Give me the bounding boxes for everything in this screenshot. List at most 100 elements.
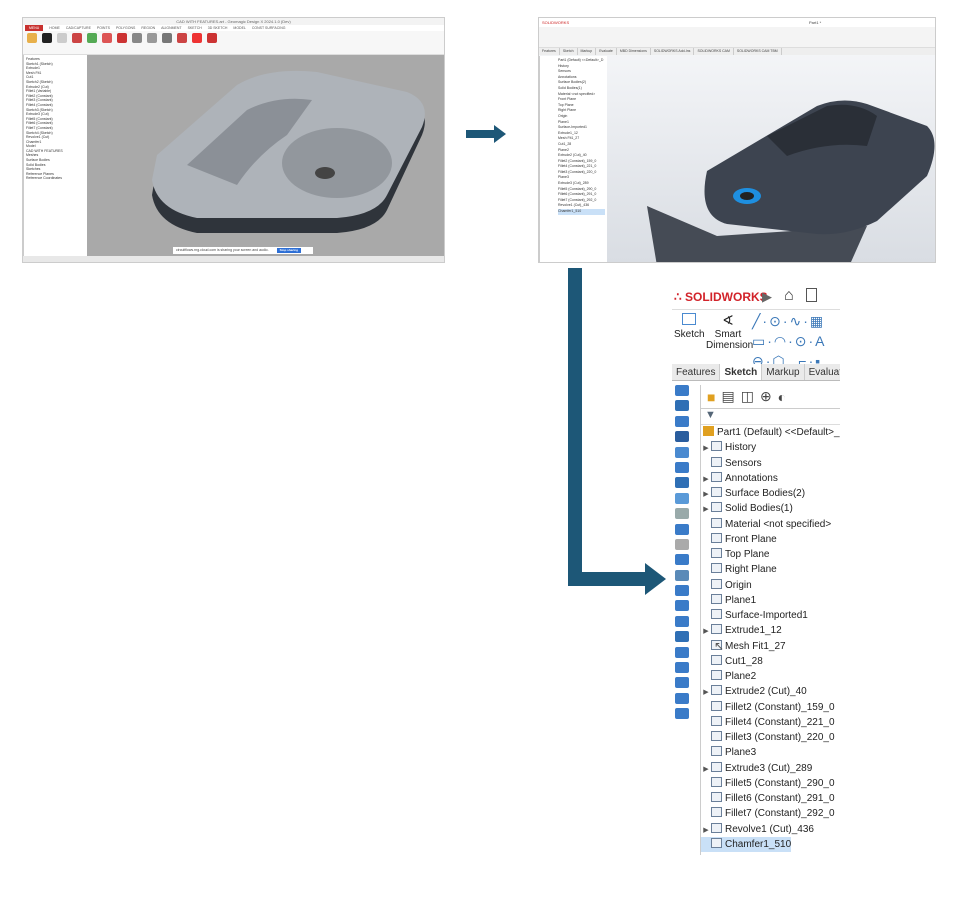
expand-arrow-icon[interactable]: ▶ [701,823,711,838]
tree-item[interactable]: ▶ Revolve1 (Cut)_436 [701,822,814,837]
scan-tool-icon[interactable] [57,33,67,43]
feature-tool-icon[interactable] [675,385,689,396]
tree-item[interactable]: ▶ Annotations [701,471,778,486]
expand-arrow-icon[interactable]: ▶ [701,762,711,777]
tab[interactable]: CAD/CAPTURE [66,25,91,31]
tree-item[interactable]: ▶ History [701,440,756,455]
tab[interactable]: SOLIDWORKS CAM TBM [734,48,782,55]
tab[interactable]: MENU [25,25,44,31]
tree-item[interactable]: Chamfer1_510 [558,209,605,215]
dimxpert-tab-icon[interactable]: ⊕ [760,388,772,405]
configurationmanager-tab-icon[interactable]: ◫ [741,388,754,405]
sketch-button[interactable]: Sketch [674,313,705,340]
tab-sketch[interactable]: Sketch [720,364,763,380]
feature-tool-icon[interactable] [675,677,689,689]
feature-tool-icon[interactable] [675,415,689,427]
feature-tool-icon[interactable] [675,554,689,566]
tree-item[interactable]: Fillet7 (Constant)_292_0 [701,806,835,821]
smart-dimension-button[interactable]: ∢ Smart Dimension [706,313,753,351]
capture-icon[interactable] [42,33,52,43]
expand-arrow-icon[interactable]: ▶ [701,685,711,700]
tab-evaluate[interactable]: Evaluate [805,364,840,380]
feature-tool-icon[interactable] [675,508,689,520]
tab[interactable]: MODEL [233,25,245,31]
tree-item[interactable]: ▶ Extrude3 (Cut)_289 [701,761,812,776]
tree-item[interactable]: Plane2 [701,669,756,684]
feature-tool-icon[interactable] [675,615,689,627]
tree-item[interactable]: Chamfer1_510 [701,836,792,852]
align-icon[interactable] [117,33,127,43]
feature-tool-icon[interactable] [675,662,689,674]
expand-arrow-icon[interactable]: ▶ [701,441,711,456]
model-viewport[interactable] [87,55,445,255]
tab[interactable]: SKETCH [188,25,202,31]
tree-item[interactable]: ▶ Surface Bodies(2) [701,486,805,501]
tree-item[interactable]: Cut1_28 [701,654,763,669]
propertymanager-tab-icon[interactable]: ▤ [721,388,734,405]
tree-item[interactable]: Right Plane [701,562,777,577]
tab[interactable]: ALIGNMENT [161,25,181,31]
tree-item[interactable]: Plane1 [701,593,756,608]
tree-item[interactable]: Front Plane [701,532,777,547]
feature-tool-icon[interactable] [675,431,689,443]
expand-arrow-icon[interactable]: ▶ [701,502,711,517]
feature-tool-icon[interactable] [675,585,689,597]
tab-features[interactable]: Features [672,364,721,380]
featuremanager-tab-icon[interactable]: ■ [707,389,715,405]
sweep-icon[interactable] [162,33,172,43]
home-icon[interactable]: ⌂ [784,287,794,305]
tree-item[interactable]: Fillet5 (Constant)_290_0 [701,776,835,791]
stop-sharing-button[interactable]: Stop sharing [276,248,301,253]
tab[interactable]: Markup [578,48,597,55]
feature-tool-icon[interactable] [675,569,689,581]
tree-item[interactable]: Part1 (Default) <<Default>_D [558,58,605,64]
feature-tool-icon[interactable] [675,538,689,550]
tree-item[interactable]: Material <not specified> [701,517,831,532]
tab[interactable]: Features [539,48,560,55]
tab[interactable]: HOME [49,25,60,31]
tree-item[interactable]: ▶ Extrude2 (Cut)_40 [701,684,807,699]
tab[interactable]: Sketch [560,48,578,55]
expand-icon[interactable]: ▶ [762,289,772,305]
tab[interactable]: 3D SKETCH [208,25,228,31]
sketch-tools-grid[interactable]: ╱·⊙·∿·▦ ▭·◠·⊙·A ⊖·⬡ ⌐·▪ [752,311,827,371]
tree-item[interactable]: Plane3 [701,745,756,760]
decimate-icon[interactable] [72,33,82,43]
feature-tool-icon[interactable] [675,646,689,658]
feature-tool-icon[interactable] [675,400,689,412]
export-icon[interactable] [27,33,37,43]
feature-tool-icon[interactable] [675,692,689,704]
feature-tool-icon[interactable] [675,446,689,458]
tab[interactable]: SOLIDWORKS Add-Ins [651,48,695,55]
filter-icon[interactable]: ▼ [701,409,840,425]
tab[interactable]: REGION [141,25,155,31]
expand-arrow-icon[interactable]: ▶ [701,624,711,639]
tree-item[interactable]: Origin [701,578,752,593]
tree-item[interactable]: Top Plane [701,547,769,562]
plane-icon[interactable] [102,33,112,43]
tree-item[interactable]: Fillet6 (Constant)_291_0 [701,791,835,806]
tree-item[interactable]: Part1 (Default) <<Default>_D [703,425,840,440]
appearance-tab-icon[interactable]: ◐ [778,389,786,405]
auto-surface-icon[interactable] [177,33,187,43]
tree-item[interactable]: ▶ Extrude1_12 [701,623,782,638]
tab[interactable]: POINTS [97,25,110,31]
expand-arrow-icon[interactable]: ▶ [701,472,711,487]
model-viewport[interactable] [607,56,936,263]
extrude-icon[interactable] [132,33,142,43]
feature-tool-icon[interactable] [675,600,689,612]
feature-tool-icon[interactable] [675,708,689,720]
new-document-icon[interactable] [806,288,817,302]
tab[interactable]: SOLIDWORKS CAM [694,48,734,55]
tab-markup[interactable]: Markup [762,364,805,380]
revolve-icon[interactable] [147,33,157,43]
tab[interactable]: CONST SURFACING [252,25,286,31]
feature-tool-icon[interactable] [675,477,689,489]
feature-tool-icon[interactable] [675,461,689,473]
tree-item[interactable]: Fillet2 (Constant)_159_0 [701,700,835,715]
feature-tool-icon[interactable] [675,492,689,504]
expand-arrow-icon[interactable]: ▶ [701,487,711,502]
tree-item[interactable]: Reference Coordinates [26,176,85,181]
feature-tool-icon[interactable] [675,631,689,643]
tab[interactable]: MBD Dimensions [617,48,651,55]
